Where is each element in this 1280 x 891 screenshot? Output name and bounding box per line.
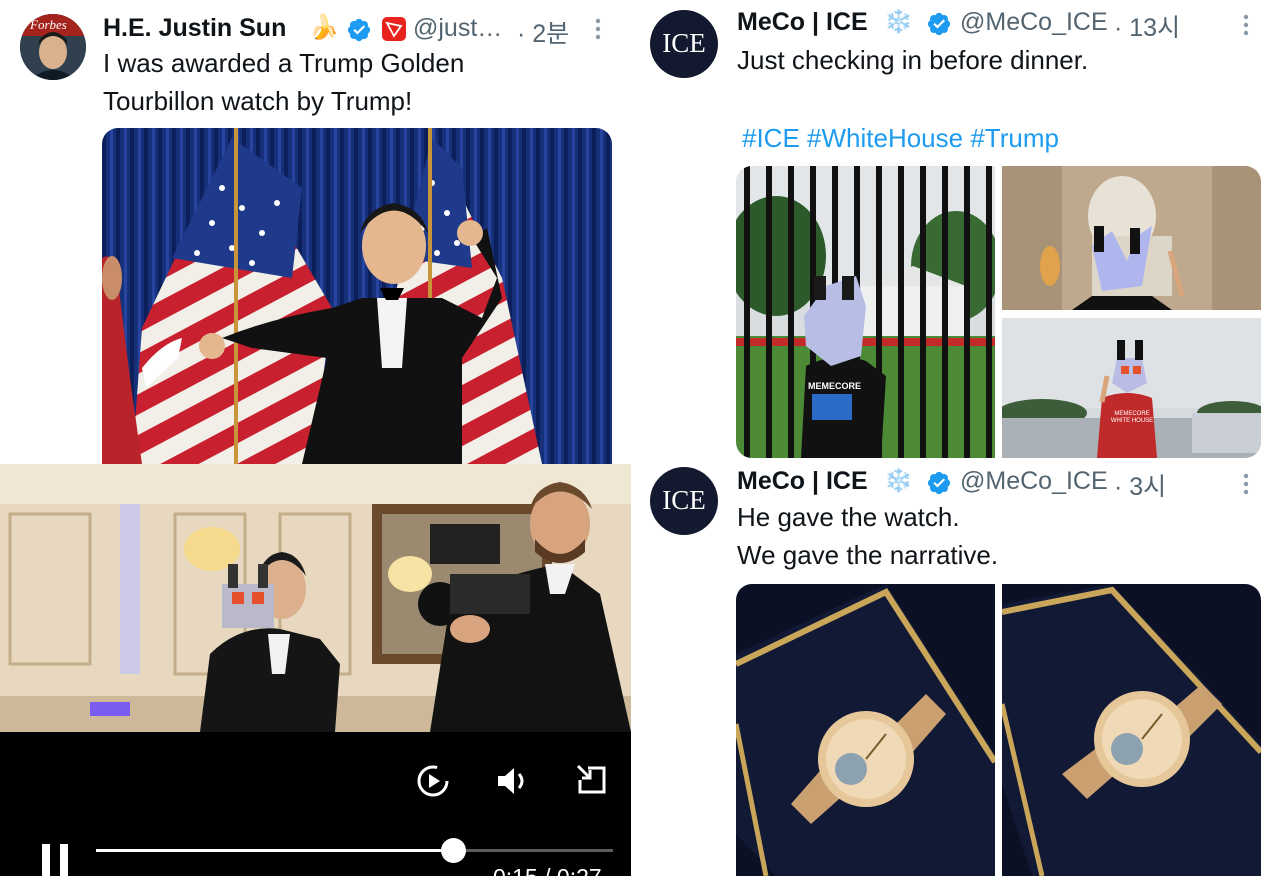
handle[interactable]: @MeCo_ICE <box>960 467 1108 496</box>
timestamp[interactable]: · 3시 <box>1114 467 1166 503</box>
photo-watch-1[interactable] <box>736 584 998 876</box>
tweet-text-line: Tourbillon watch by Trump! <box>103 86 413 116</box>
tweet-photo-flags[interactable] <box>102 128 612 464</box>
avatar-logo-text: Forbes <box>30 17 67 32</box>
photo-lincoln-memorial[interactable] <box>1002 166 1261 310</box>
display-name[interactable]: MeCo | ICE <box>737 8 868 37</box>
photo-white-house[interactable]: MEMECORE <box>736 166 1001 458</box>
avatar-meco-ice[interactable]: ICE <box>650 467 718 535</box>
shirt-text: MEMECORE WHITE HOUSE <box>1110 411 1154 424</box>
tweet-text-line: We gave the narrative. <box>737 540 999 570</box>
more-options-icon[interactable] <box>1240 12 1252 43</box>
tron-badge-icon <box>382 17 406 41</box>
tweet-text: Just checking in before dinner. <box>737 45 1089 75</box>
photo-reflecting-pool[interactable]: MEMECORE WHITE HOUSE <box>997 318 1261 458</box>
avatar-logo-text: ICE <box>662 485 706 515</box>
tweet-text-line: I was awarded a Trump Golden <box>103 48 465 78</box>
handle[interactable]: @just… <box>413 14 502 43</box>
more-options-icon[interactable] <box>592 16 604 47</box>
avatar-meco-ice[interactable]: ICE <box>650 10 718 78</box>
display-name[interactable]: H.E. Justin Sun <box>103 14 286 43</box>
tweet-text-line: He gave the watch. <box>737 502 960 532</box>
video-time: 0:15 / 0:27 <box>493 864 602 890</box>
progress-handle[interactable] <box>440 838 466 863</box>
tweet-text: I was awarded a Trump Golden Tourbillon … <box>103 44 464 120</box>
replay-icon[interactable] <box>414 762 452 805</box>
photo-watch-2[interactable] <box>999 584 1261 876</box>
snowflake-emoji: ❄️ <box>884 8 913 34</box>
photo-watch-grid <box>736 584 1261 876</box>
snowflake-emoji: ❄️ <box>884 467 913 493</box>
minimize-icon[interactable] <box>574 762 610 803</box>
display-name[interactable]: MeCo | ICE <box>737 467 868 496</box>
photo-grid: MEMECORE MEMECORE WHITE HOUSE <box>736 166 1261 458</box>
tweet-text: He gave the watch. We gave the narrative… <box>737 498 998 574</box>
video-player[interactable]: 0:15 / 0:27 <box>0 464 631 890</box>
avatar-justin-sun[interactable]: Forbes <box>20 14 86 80</box>
pause-icon[interactable] <box>40 842 72 881</box>
handle[interactable]: @MeCo_ICE <box>960 8 1108 37</box>
verified-badge-icon <box>926 11 952 42</box>
verified-badge-icon <box>926 470 952 501</box>
video-frame <box>0 464 631 732</box>
avatar-logo-text: ICE <box>662 28 706 58</box>
progress-fill <box>96 849 453 852</box>
shirt-text: MEMECORE <box>808 381 862 391</box>
banana-emoji: 🍌 <box>309 14 339 41</box>
progress-track[interactable] <box>96 838 613 863</box>
timestamp[interactable]: · 2분 <box>517 14 569 50</box>
timestamp[interactable]: · 13시 <box>1114 8 1180 44</box>
volume-icon[interactable] <box>494 764 530 803</box>
more-options-icon[interactable] <box>1240 471 1252 502</box>
hashtags[interactable]: #ICE #WhiteHouse #Trump <box>742 119 1059 157</box>
